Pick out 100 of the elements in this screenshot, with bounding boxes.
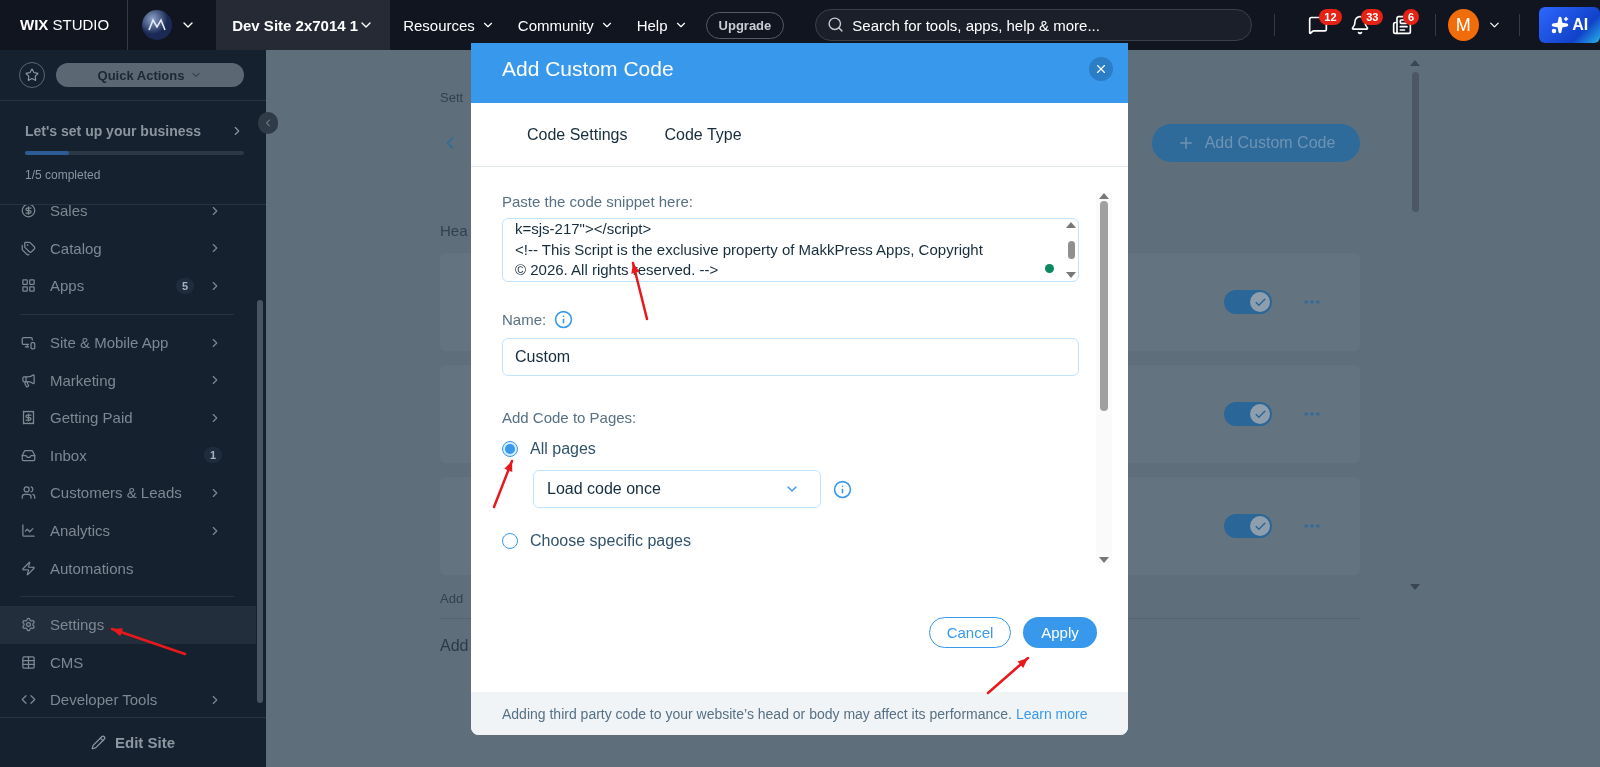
newspaper-icon <box>1391 15 1412 35</box>
sidebar-item[interactable]: Getting Paid <box>0 398 256 437</box>
quick-actions-button[interactable]: Quick Actions <box>56 63 244 87</box>
annotation-arrow <box>494 461 512 507</box>
setup-link[interactable]: Let's set up your business <box>25 123 244 139</box>
toggle-switch[interactable] <box>1224 290 1272 314</box>
close-button[interactable] <box>1089 57 1113 81</box>
devices-icon <box>21 335 36 351</box>
people-icon <box>21 485 36 501</box>
annotation-arrow <box>988 658 1028 693</box>
option-label: All pages <box>530 440 596 458</box>
sidebar-label: Customers & Leads <box>50 484 183 502</box>
apply-button[interactable]: Apply <box>1023 617 1097 648</box>
field-label: Add Code to Pages: <box>502 409 638 426</box>
wix-studio-logo[interactable]: WIX STUDIO <box>20 14 110 36</box>
sidebar-item[interactable]: Automations <box>0 549 256 587</box>
scroll-down-icon[interactable] <box>1066 272 1076 278</box>
learn-more-link[interactable]: Learn more <box>1015 705 1088 722</box>
ai-button[interactable]: AI <box>1539 7 1600 43</box>
load-dropdown[interactable]: Load code once <box>533 470 821 508</box>
nav-menu[interactable]: Resources <box>390 16 505 34</box>
sidebar-label: Analytics <box>50 522 112 540</box>
settings-icon <box>21 617 36 633</box>
field-label: Paste the code snippet here: <box>502 193 694 210</box>
sidebar-item[interactable]: Catalog <box>0 229 256 268</box>
cancel-button[interactable]: Cancel <box>929 617 1011 648</box>
scroll-thumb[interactable] <box>1100 201 1108 411</box>
lightning-icon <box>21 560 36 576</box>
name-field[interactable]: Custom <box>502 338 1079 376</box>
notification-button[interactable]: 33 <box>1339 5 1381 45</box>
sidebar-label: Apps <box>50 277 86 295</box>
sidebar-label: CMS <box>50 653 85 671</box>
search-icon <box>827 16 845 33</box>
inbox-icon <box>21 447 36 463</box>
sidebar-label: Sales <box>50 205 89 220</box>
info-icon[interactable] <box>554 310 574 329</box>
radio-button[interactable] <box>502 533 518 549</box>
sparkle-icon <box>1551 16 1570 34</box>
site-switcher[interactable]: Dev Site 2x7014 1 <box>216 0 391 50</box>
info-icon[interactable] <box>833 479 852 499</box>
sidebar-item[interactable]: Customers & Leads <box>0 474 256 512</box>
scrollbar[interactable] <box>1410 60 1420 590</box>
scroll-thumb[interactable] <box>1067 241 1075 259</box>
notification-button[interactable]: 12 <box>1297 5 1340 45</box>
scroll-up-icon[interactable] <box>1410 60 1420 66</box>
megaphone-icon <box>21 372 36 388</box>
scroll-up-icon[interactable] <box>1099 193 1109 199</box>
sidebar-item[interactable]: Sales <box>0 205 256 230</box>
count-badge: 6 <box>1403 9 1420 25</box>
sidebar-item[interactable]: Site & Mobile App <box>0 323 256 362</box>
status-dot-icon <box>1045 264 1054 273</box>
sidebar-label: Developer Tools <box>50 691 159 709</box>
scrollbar[interactable] <box>1096 193 1112 563</box>
sidebar-label: Catalog <box>50 239 103 257</box>
scroll-up-icon[interactable] <box>1066 222 1076 228</box>
footer-text: Adding third party code to your website’s head or body may affect its performance. Learn more <box>502 705 1088 722</box>
dollar-icon <box>21 205 36 219</box>
receipt-icon <box>21 410 36 426</box>
sidebar-label: Inbox <box>50 446 88 464</box>
collapse-button[interactable] <box>258 112 278 134</box>
star-icon <box>25 68 39 82</box>
toggle-switch[interactable] <box>1224 402 1272 426</box>
nav-menu[interactable]: Help <box>623 16 698 34</box>
code-line: <!-- This Script is the exclusive property of MakkPress Apps, Copyright <box>515 239 983 260</box>
pencil-icon <box>91 735 106 750</box>
sidebar-label: Site & Mobile App <box>50 334 170 352</box>
sidebar-label: Getting Paid <box>50 409 134 427</box>
toggle-switch[interactable] <box>1224 514 1272 538</box>
close-icon <box>1094 62 1108 76</box>
count-badge: 1 <box>203 447 222 464</box>
sidebar-item[interactable]: Inbox 1 <box>0 436 256 475</box>
scrollbar[interactable] <box>257 300 263 703</box>
edit-site-button[interactable]: Edit Site <box>85 733 181 752</box>
count-badge: 5 <box>175 278 194 294</box>
radio-option[interactable]: All pages <box>502 440 596 458</box>
chart-icon <box>21 523 36 539</box>
account-avatar[interactable]: M <box>1447 9 1479 41</box>
dialog-title: Add Custom Code <box>502 57 674 81</box>
dialog-tab[interactable]: Code Settings <box>527 125 628 144</box>
dialog-tab[interactable]: Code Type <box>664 125 742 144</box>
notification-button[interactable]: 6 <box>1381 5 1423 45</box>
count-badge: 12 <box>1319 9 1342 25</box>
sidebar-label: Automations <box>50 559 135 577</box>
scroll-down-icon[interactable] <box>1099 557 1109 563</box>
sidebar-item[interactable]: Apps 5 <box>0 267 256 305</box>
field-label: Name: <box>502 311 547 328</box>
radio-button[interactable] <box>502 441 518 457</box>
grid-icon <box>21 278 36 294</box>
sidebar-label: Marketing <box>50 371 117 389</box>
sidebar-item[interactable]: Marketing <box>0 361 256 399</box>
sidebar-item[interactable]: CMS <box>0 643 256 682</box>
scroll-down-icon[interactable] <box>1410 584 1420 590</box>
nav-menu[interactable]: Community <box>504 16 624 34</box>
sidebar-item[interactable]: Settings <box>0 605 256 644</box>
progress-text: 1/5 completed <box>25 168 102 182</box>
sidebar-item[interactable]: Analytics <box>0 511 256 550</box>
sidebar-item[interactable]: Developer Tools <box>0 681 256 717</box>
code-line: k=sjs-217"></script> <box>515 219 652 239</box>
search-field[interactable]: Search for tools, apps, help & more... <box>815 9 1253 41</box>
site-logo-icon[interactable] <box>142 10 173 40</box>
